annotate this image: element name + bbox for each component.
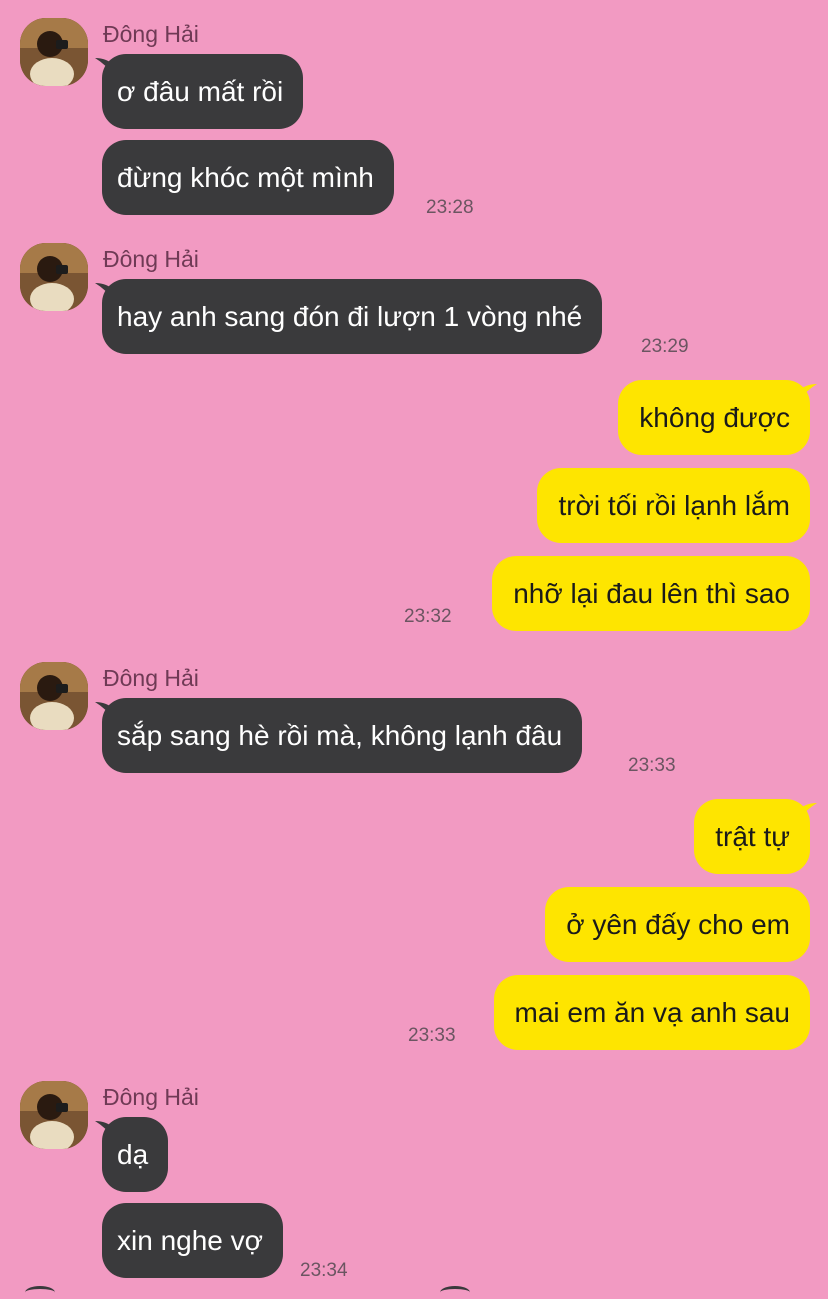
- bubble-tail: [95, 702, 115, 720]
- message-bubble[interactable]: ở yên đấy cho em: [545, 887, 810, 962]
- message-bubble[interactable]: xin nghe vợ: [102, 1203, 284, 1278]
- next-item-edge: [440, 1286, 470, 1299]
- message-bubble[interactable]: sắp sang hè rồi mà, không lạnh đâu: [102, 698, 583, 773]
- avatar[interactable]: [20, 243, 88, 311]
- sender-name: Đông Hải: [103, 246, 199, 272]
- bubble-tail: [797, 384, 817, 402]
- message-time: 23:28: [426, 197, 474, 218]
- sender-name: Đông Hải: [103, 1084, 199, 1110]
- message-bubble[interactable]: nhỡ lại đau lên thì sao: [492, 556, 810, 631]
- message-bubble[interactable]: hay anh sang đón đi lượn 1 vòng nhé: [102, 279, 603, 354]
- message-bubble[interactable]: ơ đâu mất rồi: [102, 54, 304, 129]
- bubble-tail: [797, 803, 817, 821]
- avatar[interactable]: [20, 1081, 88, 1149]
- avatar[interactable]: [20, 18, 88, 86]
- sender-name: Đông Hải: [103, 21, 199, 47]
- message-bubble[interactable]: mai em ăn vạ anh sau: [493, 975, 810, 1050]
- sender-name: Đông Hải: [103, 665, 199, 691]
- bubble-tail: [95, 283, 115, 301]
- bubble-tail: [95, 1121, 115, 1139]
- message-time: 23:34: [300, 1260, 348, 1281]
- message-time: 23:33: [628, 755, 676, 776]
- bubble-tail: [95, 58, 115, 76]
- message-time: 23:32: [404, 606, 452, 627]
- avatar[interactable]: [20, 662, 88, 730]
- avatar-photo: [20, 18, 88, 86]
- message-bubble[interactable]: đừng khóc một mình: [102, 140, 394, 215]
- avatar-photo: [20, 1081, 88, 1149]
- message-bubble[interactable]: trật tự: [694, 799, 810, 874]
- message-time: 23:29: [641, 336, 689, 357]
- message-time: 23:33: [408, 1025, 456, 1046]
- avatar-photo: [20, 243, 88, 311]
- message-bubble[interactable]: không được: [618, 380, 810, 455]
- message-bubble[interactable]: trời tối rồi lạnh lắm: [537, 468, 810, 543]
- avatar-photo: [20, 662, 88, 730]
- next-avatar-edge: [25, 1286, 55, 1299]
